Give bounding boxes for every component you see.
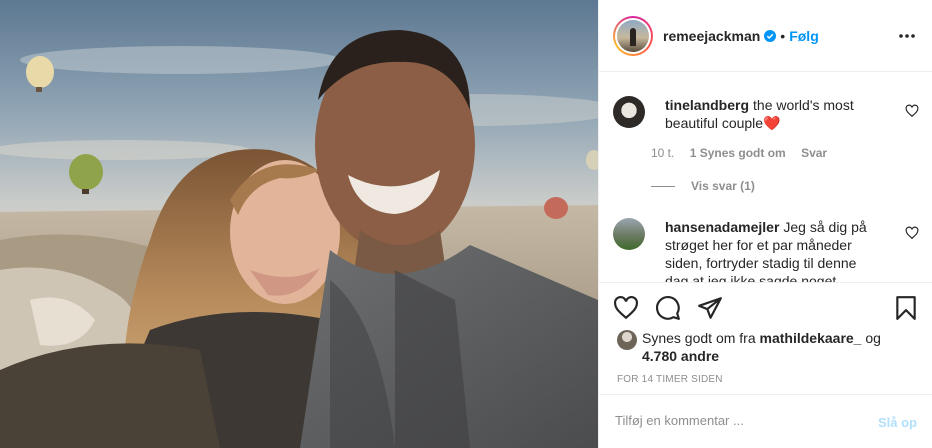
comment-input[interactable] [615,413,855,428]
likes-count[interactable]: 4.780 andre [642,348,719,364]
author-username[interactable]: remeejackman [663,28,760,44]
post-actions: Synes godt om fra mathildekaare_ og 4.78… [599,282,932,394]
comment-text-block: tinelandberg the world's most beautiful c… [665,96,881,132]
verified-badge-icon [764,29,777,42]
post-header: remeejackman • Følg [599,0,932,72]
post-side-panel: remeejackman • Følg tinelandberg the worl… [598,0,932,448]
liker-username[interactable]: mathildekaare_ [760,330,862,346]
separator-dot: • [780,27,786,44]
comment-text-block: hansenadamejler Jeg så dig på strøget her… [665,218,881,282]
commenter-avatar[interactable] [613,96,645,128]
follow-button[interactable]: Følg [789,28,819,44]
comments-list[interactable]: tinelandberg the world's most beautiful c… [599,72,932,282]
commenter-username[interactable]: hansenadamejler [665,219,779,235]
view-replies-button[interactable]: Vis svar (1) [651,179,755,193]
comment-heart-icon[interactable] [905,226,919,240]
comment-meta: 10 t. 1 Synes godt om Svar [651,146,839,160]
comment-bubble-icon[interactable] [655,295,681,321]
instagram-post: remeejackman • Følg tinelandberg the worl… [0,0,932,448]
view-replies-line [651,185,675,187]
reply-button[interactable]: Svar [801,146,827,160]
likes-prefix: Synes godt om fra [642,330,756,346]
photo-illustration [0,0,598,448]
post-timestamp[interactable]: FOR 14 TIMER SIDEN [617,374,723,385]
commenter-avatar[interactable] [613,218,645,250]
post-photo[interactable] [0,0,598,448]
add-comment-bar: Slå op [599,394,932,448]
heart-icon[interactable] [613,295,639,321]
liker-avatar[interactable] [617,330,637,350]
post-comment-button[interactable]: Slå op [878,415,917,430]
likes-conj: og [865,330,881,346]
likes-text: Synes godt om fra mathildekaare_ og 4.78… [642,329,912,365]
comment-heart-icon[interactable] [905,104,919,118]
bookmark-icon[interactable] [893,295,919,321]
comment-age: 10 t. [651,146,675,160]
view-replies-label: Vis svar (1) [691,179,755,193]
paper-plane-icon[interactable] [697,295,723,321]
more-horizontal-icon[interactable] [897,26,917,46]
author-avatar[interactable] [613,15,653,56]
comment-likes[interactable]: 1 Synes godt om [690,146,786,160]
balloon [544,197,568,219]
commenter-username[interactable]: tinelandberg [665,97,749,113]
